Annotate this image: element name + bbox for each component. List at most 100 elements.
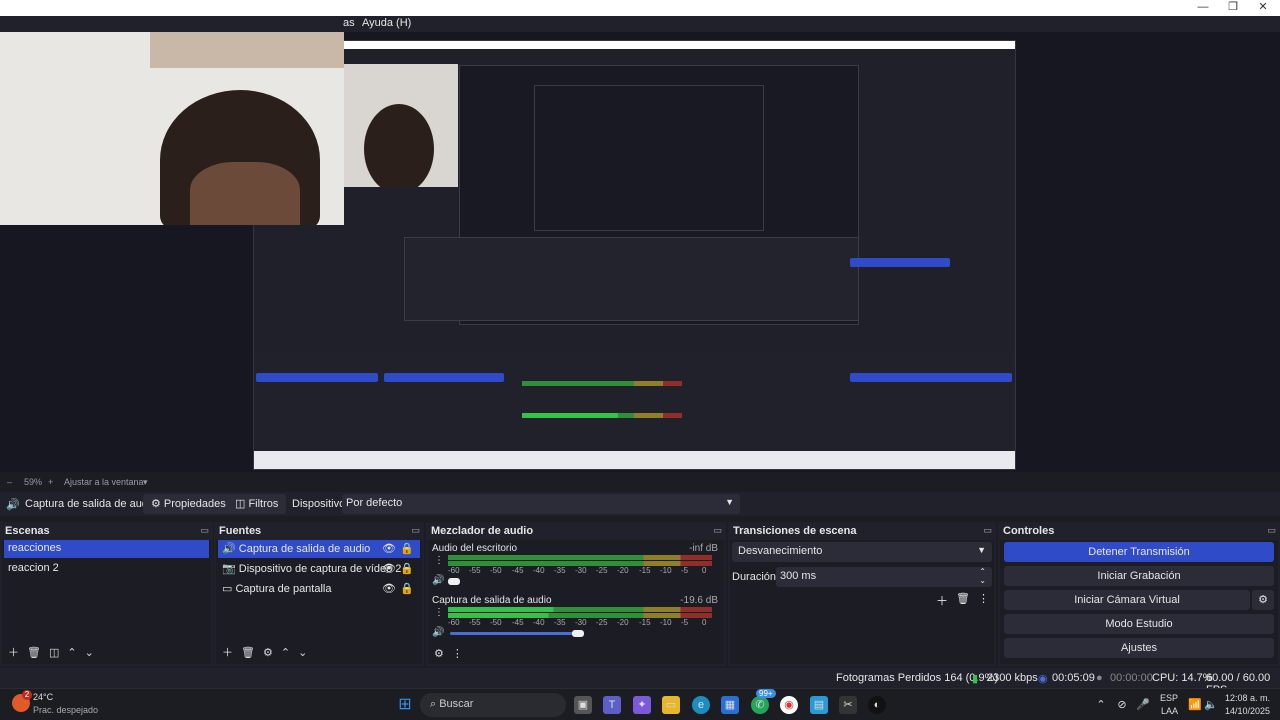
search-icon: ⌕ <box>430 698 440 710</box>
filters-button[interactable]: ◫ Filtros <box>227 494 287 514</box>
close-button[interactable]: ✕ <box>1248 0 1278 14</box>
meter-scale-tick: -45 <box>512 618 524 627</box>
calculator-icon[interactable]: ▤ <box>810 696 828 714</box>
language-secondary[interactable]: LAA <box>1161 706 1178 716</box>
zoom-dropdown-icon[interactable]: ▾ <box>143 477 148 488</box>
meter-scale-tick: -25 <box>596 566 608 575</box>
whatsapp-icon[interactable]: ✆ <box>751 696 769 714</box>
minimize-button[interactable]: — <box>1188 0 1218 14</box>
move-down-icon[interactable]: ⌄ <box>85 646 94 659</box>
start-virtual-camera-button[interactable]: Iniciar Cámara Virtual <box>1004 590 1250 610</box>
filters-icon[interactable]: ◫ <box>49 646 59 659</box>
trash-icon[interactable]: 🗑 <box>27 646 41 659</box>
gear-icon[interactable]: ⚙ <box>434 647 444 660</box>
controls-dock: Controles ▭ Detener Transmisión Iniciar … <box>998 522 1280 666</box>
monitor-icon: ▭ <box>222 583 233 595</box>
add-icon[interactable]: ＋ <box>222 644 233 660</box>
track-db: -19.6 dB <box>680 595 718 606</box>
kebab-icon[interactable]: ⋮ <box>452 647 463 660</box>
device-select[interactable]: Por defecto ▼ <box>342 494 740 514</box>
windows-start-icon[interactable]: ⊞ <box>396 696 414 714</box>
lock-icon[interactable]: 🔒 <box>400 542 414 555</box>
dock-float-icon[interactable]: ▭ <box>411 525 420 536</box>
meter-scale-tick: -5 <box>681 618 689 627</box>
properties-button[interactable]: ⚙ Propiedades <box>143 494 234 514</box>
fit-to-window-button[interactable]: Ajustar a la ventana <box>64 477 144 487</box>
transitions-title: Transiciones de escena <box>733 525 857 537</box>
source-item[interactable]: ▭ Captura de pantalla 👁 🔒 <box>218 580 420 598</box>
zoom-in-button[interactable]: + <box>48 477 53 487</box>
studio-mode-button[interactable]: Modo Estudio <box>1004 614 1274 634</box>
zoom-out-button[interactable]: – <box>7 477 12 487</box>
scene-item[interactable]: reacciones <box>4 540 209 558</box>
store-icon[interactable]: ▦ <box>721 696 739 714</box>
speaker-icon[interactable]: 🔊 <box>432 575 444 586</box>
move-up-icon[interactable]: ⌃ <box>281 646 290 659</box>
eye-icon[interactable]: 👁 <box>382 542 396 555</box>
meter-scale-tick: -55 <box>469 566 481 575</box>
chevron-up-icon[interactable]: ⌃ <box>1092 696 1110 714</box>
duration-input[interactable]: 300 ms ⌃ ⌄ <box>776 567 992 587</box>
eye-icon[interactable]: 👁 <box>382 582 396 595</box>
settings-button[interactable]: Ajustes <box>1004 638 1274 658</box>
microphone-icon[interactable]: 🎤 <box>1134 696 1152 714</box>
volume-slider-knob[interactable] <box>572 630 584 637</box>
transition-select[interactable]: Desvanecimiento ▼ <box>732 542 992 562</box>
add-icon[interactable]: ＋ <box>936 592 948 609</box>
sources-dock: Fuentes ▭ 🔊 Captura de salida de audio 👁 🔒… <box>214 522 424 666</box>
dock-float-icon[interactable]: ▭ <box>983 525 992 536</box>
trash-icon[interactable]: 🗑 <box>241 646 255 659</box>
gear-icon[interactable]: ⚙ <box>263 646 273 659</box>
scene-item[interactable]: reaccion 2 <box>4 560 209 578</box>
clock-time[interactable]: 12:08 a. m. <box>1225 693 1270 703</box>
source-item[interactable]: 📷 Dispositivo de captura de vídeo 2 👁 🔒 <box>218 560 420 578</box>
scenes-dock: Escenas ▭ reacciones reaccion 2 ＋ 🗑 ◫ ⌃ ⌄ <box>0 522 213 666</box>
add-icon[interactable]: ＋ <box>8 644 19 660</box>
stepper-icon[interactable]: ⌃ ⌄ <box>979 567 986 585</box>
volume-slider[interactable] <box>450 632 578 635</box>
copilot-icon[interactable]: ✦ <box>633 696 651 714</box>
clock-date[interactable]: 14/10/2025 <box>1225 706 1270 716</box>
dock-float-icon[interactable]: ▭ <box>200 525 209 536</box>
dock-float-icon[interactable]: ▭ <box>713 525 722 536</box>
file-explorer-icon[interactable]: ▭ <box>662 696 680 714</box>
dock-float-icon[interactable]: ▭ <box>1267 525 1276 536</box>
menu-item-help[interactable]: Ayuda (H) <box>362 17 411 29</box>
volume-slider-knob[interactable] <box>448 578 460 585</box>
stop-streaming-button[interactable]: Detener Transmisión <box>1004 542 1274 562</box>
eye-icon[interactable]: 👁 <box>382 562 396 575</box>
language-primary[interactable]: ESP <box>1160 693 1178 703</box>
source-item[interactable]: 🔊 Captura de salida de audio 👁 🔒 <box>218 540 420 558</box>
menu-item-tools[interactable]: as <box>343 17 355 29</box>
source-label: Captura de salida de audio <box>238 543 371 555</box>
restore-button[interactable]: ❐ <box>1218 0 1248 14</box>
transition-value: Desvanecimiento <box>738 545 823 557</box>
duration-label: Duración <box>732 571 777 583</box>
kebab-icon[interactable]: ⋮ <box>434 555 444 566</box>
task-view-icon[interactable]: ▣ <box>574 696 592 714</box>
start-recording-button[interactable]: Iniciar Grabación <box>1004 566 1274 586</box>
speaker-icon[interactable]: 🔊 <box>432 627 444 638</box>
meter-scale-tick: -30 <box>575 566 587 575</box>
track-name: Audio del escritorio <box>432 543 518 554</box>
lock-icon[interactable]: 🔒 <box>400 562 414 575</box>
obs-icon[interactable]: ◐ <box>868 696 886 714</box>
lock-icon[interactable]: 🔒 <box>400 582 414 595</box>
chevron-down-icon: ▼ <box>725 497 734 507</box>
move-up-icon[interactable]: ⌃ <box>67 646 76 659</box>
volume-icon[interactable]: 🔈 <box>1202 696 1220 714</box>
edge-icon[interactable]: e <box>692 696 710 714</box>
kebab-icon[interactable]: ⋮ <box>978 592 989 605</box>
windows-taskbar: 2 24°C Prac. despejado ⊞ ⌕ Buscar ▣ T ✦ … <box>0 688 1280 720</box>
taskbar-search[interactable]: ⌕ Buscar <box>420 693 566 717</box>
capcut-icon[interactable]: ✂ <box>839 696 857 714</box>
mixer-body: Audio del escritorio -inf dB ⋮ -60 -55 -50… <box>428 540 724 664</box>
teams-icon[interactable]: T <box>603 696 621 714</box>
preview-canvas[interactable] <box>0 32 1280 472</box>
trash-icon[interactable]: 🗑 <box>956 592 970 605</box>
chrome-icon[interactable]: ◉ <box>780 696 798 714</box>
network-off-icon[interactable]: ⊘ <box>1113 696 1131 714</box>
move-down-icon[interactable]: ⌄ <box>298 646 307 659</box>
kebab-icon[interactable]: ⋮ <box>434 607 444 618</box>
virtual-camera-settings-gear-icon[interactable]: ⚙ <box>1252 590 1274 610</box>
